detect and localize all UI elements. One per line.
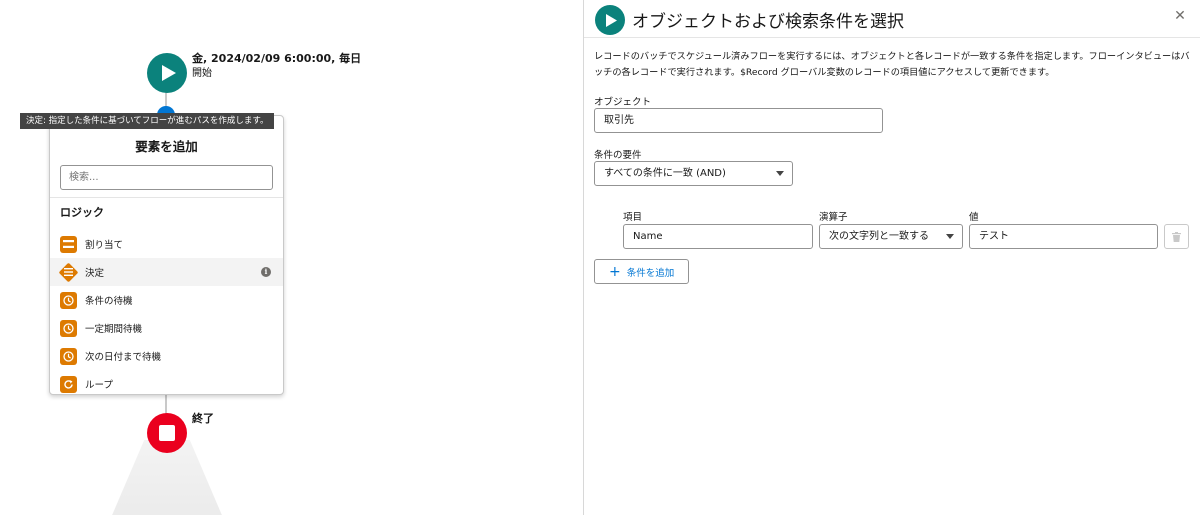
start-schedule-text: 金, 2024/02/09 6:00:00, 毎日 (192, 52, 362, 65)
decision-icon (58, 262, 79, 282)
flow-canvas[interactable]: 金, 2024/02/09 6:00:00, 毎日 開始 要素を追加 ロジック … (0, 0, 583, 515)
condition-field-input[interactable]: Name (623, 224, 813, 249)
clock-icon (60, 347, 77, 365)
play-icon (595, 5, 625, 35)
info-icon[interactable]: i (261, 267, 271, 277)
object-field[interactable]: 取引先 (594, 108, 883, 133)
menu-title: 要素を追加 (135, 139, 198, 154)
field-column-label: 項目 (623, 212, 643, 223)
loop-icon (60, 375, 77, 393)
menu-item-label: 次の日付まで待機 (85, 352, 162, 363)
decision-tooltip: 決定: 指定した条件に基づいてフローが進むパスを作成します。 (20, 113, 275, 129)
plus-icon: + (609, 263, 621, 280)
object-criteria-panel: オブジェクトおよび検索条件を選択 ✕ レコードのバッチでスケジュール済みフローを… (583, 0, 1200, 515)
condition-requirement-select[interactable]: すべての条件に一致 (AND) (594, 161, 793, 186)
condition-value-input[interactable]: テスト (969, 224, 1158, 249)
menu-item-decision[interactable]: 決定 i (50, 258, 283, 286)
divider (50, 197, 283, 198)
end-label: 終了 (192, 412, 214, 425)
chevron-down-icon (776, 171, 784, 176)
object-label: オブジェクト (594, 97, 652, 108)
operator-select[interactable]: 次の文字列と一致する (819, 224, 963, 249)
chevron-down-icon (946, 234, 954, 239)
start-node[interactable] (147, 53, 187, 93)
menu-item-label: 条件の待機 (85, 296, 133, 307)
select-value: すべての条件に一致 (AND) (604, 168, 726, 179)
delete-condition-button[interactable] (1164, 224, 1189, 249)
operator-column-label: 演算子 (819, 212, 848, 223)
panel-header: オブジェクトおよび検索条件を選択 ✕ (584, 0, 1200, 38)
add-condition-label: 条件を追加 (626, 267, 675, 279)
menu-item-wait-duration[interactable]: 一定期間待機 (50, 314, 283, 342)
description-line: ッチの各レコードで実行されます。$Record グローバル変数のレコードの項目値… (594, 67, 1055, 78)
select-value: 次の文字列と一致する (829, 231, 929, 242)
search-input[interactable] (60, 165, 273, 190)
menu-item-wait-conditions[interactable]: 条件の待機 (50, 286, 283, 314)
add-condition-button[interactable]: + 条件を追加 (594, 259, 689, 284)
condition-requirement-label: 条件の要件 (594, 150, 642, 161)
menu-item-assignment[interactable]: 割り当て (50, 230, 283, 258)
menu-item-wait-date[interactable]: 次の日付まで待機 (50, 342, 283, 370)
play-icon (161, 65, 176, 81)
stop-icon (159, 425, 175, 441)
add-element-menu: 要素を追加 ロジック 割り当て 決定 i (49, 115, 284, 395)
menu-item-label: ループ (85, 380, 113, 391)
close-icon[interactable]: ✕ (1172, 8, 1188, 24)
description-line: レコードのバッチでスケジュール済みフローを実行するには、オブジェクトと各レコード… (594, 51, 1190, 62)
logic-heading: ロジック (60, 206, 104, 219)
panel-title: オブジェクトおよび検索条件を選択 (632, 12, 904, 32)
menu-item-label: 決定 (85, 268, 105, 279)
menu-item-loop[interactable]: ループ (50, 370, 283, 398)
logic-list: 割り当て 決定 i 条件の待機 一定期間待機 次の日付まで待機 ループ (50, 230, 283, 398)
menu-item-label: 割り当て (85, 240, 124, 251)
menu-item-label: 一定期間待機 (85, 324, 143, 335)
panel-description: レコードのバッチでスケジュール済みフローを実行するには、オブジェクトと各レコード… (594, 49, 1200, 81)
trash-icon (1172, 231, 1181, 242)
value-column-label: 値 (969, 212, 979, 223)
assignment-icon (60, 235, 77, 253)
clock-icon (60, 291, 77, 309)
flow-builder: 金, 2024/02/09 6:00:00, 毎日 開始 要素を追加 ロジック … (0, 0, 1200, 515)
end-node[interactable] (147, 413, 187, 453)
clock-icon (60, 319, 77, 337)
start-label: 開始 (192, 68, 212, 79)
